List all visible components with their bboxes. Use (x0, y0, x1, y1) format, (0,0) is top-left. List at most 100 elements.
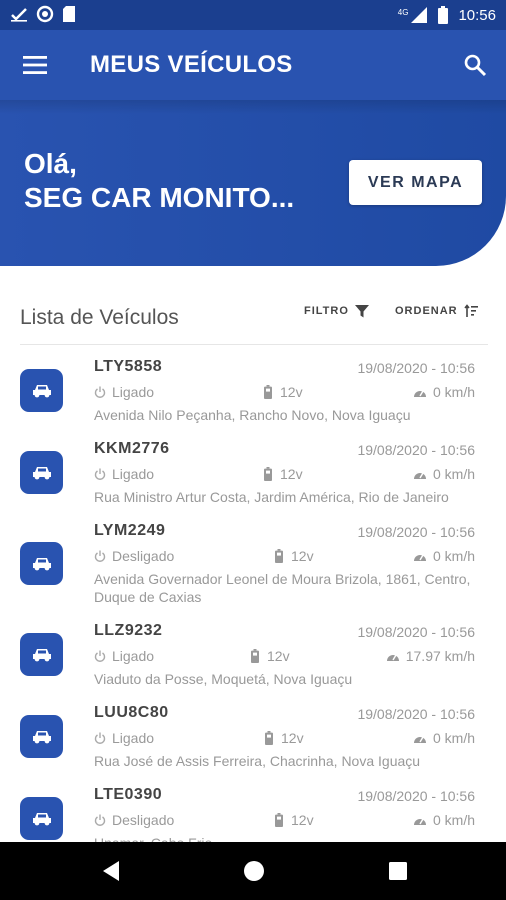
page-title: MEUS VEÍCULOS (90, 51, 293, 78)
vehicle-timestamp: 19/08/2020 - 10:56 (357, 360, 475, 376)
battery-voltage: 12v (265, 730, 304, 746)
vehicle-list-item[interactable]: LTE0390 19/08/2020 - 10:56 Desligado 12v… (0, 772, 506, 842)
home-button[interactable] (242, 859, 266, 883)
vehicle-avatar (20, 451, 63, 494)
user-name: SEG CAR MONITO... (24, 182, 295, 213)
back-icon (103, 861, 119, 881)
vehicle-stats: Ligado 12v 0 km/h (94, 466, 475, 484)
voltage-value: 12v (291, 548, 314, 564)
sd-card-icon (63, 6, 75, 22)
vehicle-stats: Ligado 12v 0 km/h (94, 384, 475, 402)
battery-voltage: 12v (275, 548, 314, 564)
vehicle-plate: LUU8C80 (94, 704, 169, 721)
vehicle-timestamp: 19/08/2020 - 10:56 (357, 624, 475, 640)
speedometer-icon (413, 818, 426, 825)
vehicle-list-item[interactable]: LLZ9232 19/08/2020 - 10:56 Ligado 12v 17… (0, 608, 506, 690)
battery-icon (265, 731, 273, 745)
speed-value: 0 km/h (432, 384, 475, 400)
speedometer-icon (413, 472, 426, 479)
filter-icon (354, 305, 369, 318)
battery-voltage: 12v (275, 812, 314, 828)
clock: 10:56 (458, 6, 496, 24)
vehicle-speed: 0 km/h (413, 384, 475, 400)
power-icon (94, 550, 106, 562)
vehicle-speed: 0 km/h (413, 812, 475, 828)
vehicle-timestamp: 19/08/2020 - 10:56 (357, 706, 475, 722)
speed-value: 0 km/h (432, 548, 475, 564)
voltage-value: 12v (291, 812, 314, 828)
ignition-label: Ligado (112, 466, 155, 482)
vehicle-list-item[interactable]: LYM2249 19/08/2020 - 10:56 Desligado 12v… (0, 508, 506, 608)
sort-label: ORDENAR (395, 305, 458, 317)
vehicle-speed: 0 km/h (413, 548, 475, 564)
power-icon (94, 732, 106, 744)
list-title: Lista de Veículos (20, 306, 179, 329)
power-icon (94, 386, 106, 398)
speed-value: 0 km/h (432, 812, 475, 828)
vehicle-avatar (20, 633, 63, 676)
app-bar: MEUS VEÍCULOS (0, 30, 506, 100)
battery-voltage: 12v (251, 648, 290, 664)
vehicle-list-item[interactable]: KKM2776 19/08/2020 - 10:56 Ligado 12v 0 … (0, 426, 506, 508)
back-button[interactable] (99, 859, 123, 883)
ignition-status: Ligado (94, 730, 154, 746)
menu-icon (23, 56, 47, 74)
ignition-status: Desligado (94, 812, 174, 828)
ignition-status: Ligado (94, 466, 154, 482)
voltage-value: 12v (280, 384, 303, 400)
greeting-text: Olá, (24, 148, 77, 179)
vehicle-address: Unamar, Cabo Frio (94, 834, 474, 842)
speed-value: 17.97 km/h (405, 648, 475, 664)
vehicle-list-item[interactable]: LTY5858 19/08/2020 - 10:56 Ligado 12v 0 … (0, 344, 506, 426)
battery-icon (275, 813, 283, 827)
recent-apps-icon (389, 862, 407, 880)
vehicle-avatar (20, 797, 63, 840)
network-type-label: 4G (397, 7, 409, 17)
car-icon (32, 730, 51, 743)
vehicle-list-item[interactable]: LUU8C80 19/08/2020 - 10:56 Ligado 12v 0 … (0, 690, 506, 772)
status-left-icons (10, 5, 76, 23)
vehicle-address: Viaduto da Posse, Moquetá, Nova Iguaçu (94, 671, 353, 687)
car-icon (32, 384, 51, 397)
menu-button[interactable] (18, 50, 52, 80)
battery-voltage: 12v (264, 384, 303, 400)
ignition-label: Ligado (112, 648, 155, 664)
ignition-status: Ligado (94, 384, 154, 400)
speed-value: 0 km/h (432, 466, 475, 482)
vehicle-stats: Ligado 12v 17.97 km/h (94, 648, 475, 666)
speedometer-icon (413, 736, 426, 743)
vehicle-timestamp: 19/08/2020 - 10:56 (357, 442, 475, 458)
status-bar: 4G 10:56 (0, 0, 506, 30)
vehicle-plate: LTE0390 (94, 786, 163, 803)
banner-shadow (0, 100, 506, 114)
vehicle-avatar (20, 369, 63, 412)
list-header: Lista de Veículos FILTRO ORDENAR (20, 300, 488, 345)
check-icon (11, 8, 27, 22)
voltage-value: 12v (280, 466, 303, 482)
battery-icon (275, 549, 283, 563)
filter-button[interactable]: FILTRO (304, 304, 369, 318)
view-map-button[interactable]: VER MAPA (349, 160, 482, 205)
vehicle-stats: Ligado 12v 0 km/h (94, 730, 475, 748)
signal-icon (411, 7, 428, 23)
sort-button[interactable]: ORDENAR (395, 304, 478, 318)
search-button[interactable] (460, 50, 490, 80)
filter-label: FILTRO (304, 305, 349, 317)
battery-icon (264, 385, 272, 399)
vehicle-speed: 0 km/h (413, 730, 475, 746)
power-icon (94, 650, 106, 662)
speedometer-icon (386, 654, 399, 661)
speed-value: 0 km/h (432, 730, 475, 746)
ignition-status: Ligado (94, 648, 154, 664)
vehicle-address: Rua José de Assis Ferreira, Chacrinha, N… (94, 753, 421, 769)
speedometer-icon (413, 554, 426, 561)
vehicle-timestamp: 19/08/2020 - 10:56 (357, 788, 475, 804)
vehicle-stats: Desligado 12v 0 km/h (94, 548, 475, 566)
vehicle-timestamp: 19/08/2020 - 10:56 (357, 524, 475, 540)
battery-voltage: 12v (264, 466, 303, 482)
ignition-label: Desligado (112, 812, 175, 828)
car-icon (32, 466, 51, 479)
circle-icon (36, 5, 54, 23)
ignition-label: Desligado (112, 548, 175, 564)
recent-apps-button[interactable] (386, 859, 410, 883)
